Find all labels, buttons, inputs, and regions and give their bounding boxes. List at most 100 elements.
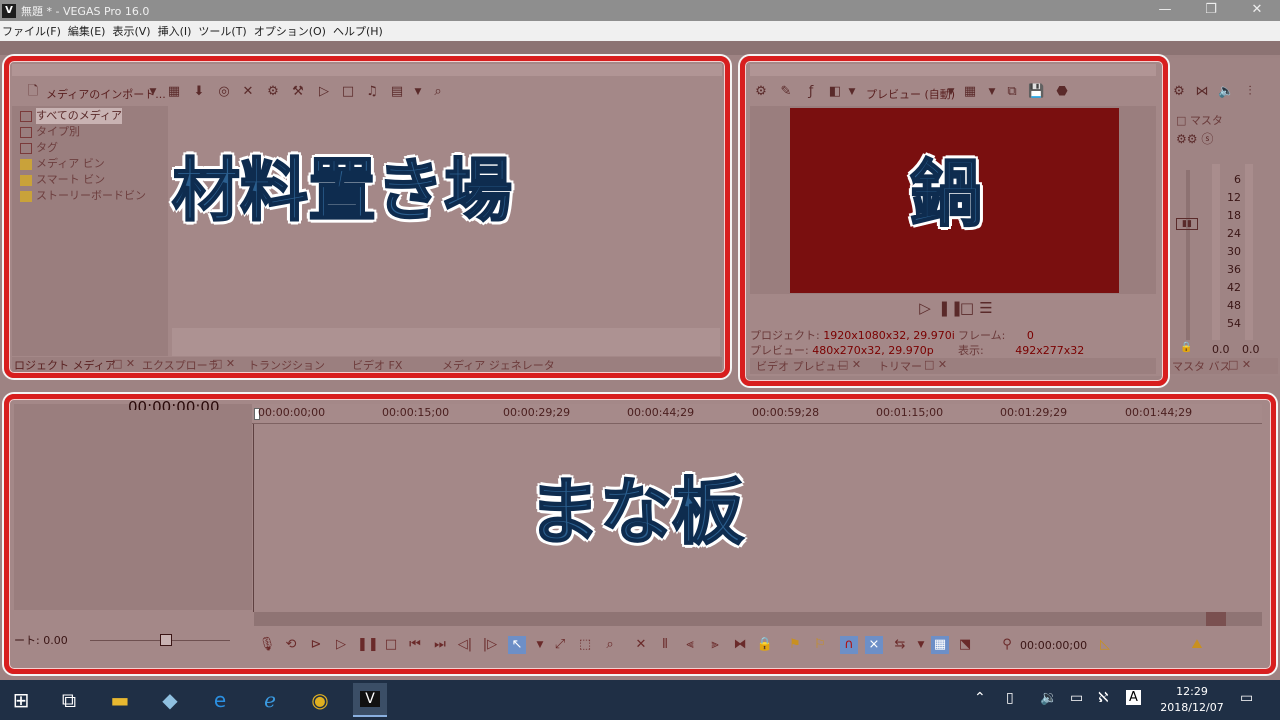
vegas-taskbar-icon[interactable]: V bbox=[353, 683, 387, 717]
tray-expand-icon[interactable]: ⌃ bbox=[974, 690, 986, 706]
go-to-end-icon[interactable]: ⏭ bbox=[431, 636, 449, 654]
prev-frame-icon[interactable]: ◁| bbox=[456, 636, 474, 654]
video-fx-icon[interactable]: ƒ bbox=[803, 84, 819, 100]
tab-video-preview[interactable]: ビデオ プレビュー bbox=[756, 358, 848, 374]
play-from-start-icon[interactable]: ⊳ bbox=[307, 636, 325, 654]
next-frame-icon[interactable]: |▷ bbox=[481, 636, 499, 654]
play-icon[interactable]: ▷ bbox=[316, 84, 332, 100]
edit-tool-dropdown-icon[interactable]: ▼ bbox=[531, 636, 549, 654]
import-media-icon[interactable]: 🗋 bbox=[25, 84, 41, 100]
preview-quality-label[interactable]: プレビュー (自動) bbox=[866, 86, 955, 102]
menu-view[interactable]: 表示(V) bbox=[112, 23, 150, 39]
windows-start-icon[interactable]: ⊞ bbox=[4, 683, 38, 717]
delete-icon[interactable]: ✕ bbox=[632, 636, 650, 654]
settings-icon[interactable]: ⚙ bbox=[753, 84, 769, 100]
edit-preview-icon[interactable]: ✎ bbox=[778, 84, 794, 100]
play-icon[interactable]: ▷ bbox=[332, 636, 350, 654]
stop-icon[interactable]: □ bbox=[382, 636, 400, 654]
battery-icon[interactable]: ▭ bbox=[1070, 690, 1083, 706]
ie-icon[interactable]: ℯ bbox=[253, 683, 287, 717]
remove-icon[interactable]: ✕ bbox=[240, 84, 256, 100]
web-media-icon[interactable]: ◎ bbox=[216, 84, 232, 100]
master-fader-track[interactable] bbox=[1186, 170, 1190, 340]
overlays-dropdown-icon[interactable]: ▼ bbox=[986, 84, 998, 100]
minimize-icon[interactable]: — bbox=[1157, 2, 1173, 18]
trim-end-icon[interactable]: ⫸ bbox=[706, 636, 724, 654]
menu-edit[interactable]: 編集(E) bbox=[68, 23, 106, 39]
stop-icon[interactable]: □ bbox=[959, 300, 975, 316]
settings-icon[interactable]: ⚙ bbox=[1172, 84, 1186, 100]
menu-insert[interactable]: 挿入(I) bbox=[158, 23, 192, 39]
tab-trimmer[interactable]: トリマー bbox=[878, 358, 922, 374]
auto-preview-icon[interactable]: ♫ bbox=[364, 84, 380, 100]
lock-icon[interactable]: 🔒 bbox=[756, 636, 774, 654]
menu-file[interactable]: ファイル(F) bbox=[2, 23, 61, 39]
auto-crossfade-icon[interactable]: ⨯ bbox=[865, 636, 883, 654]
task-view-icon[interactable]: ⧉ bbox=[52, 683, 86, 717]
tree-item-tags[interactable]: タグ bbox=[20, 140, 146, 156]
speaker-icon[interactable]: 🔈 bbox=[1218, 84, 1234, 100]
mute-icon[interactable]: ⋈ bbox=[1194, 84, 1210, 100]
record-icon[interactable]: 🎙 bbox=[258, 636, 276, 654]
file-explorer-icon[interactable]: ▬ bbox=[103, 683, 137, 717]
tab-close-icon[interactable]: □ ✕ bbox=[212, 357, 235, 373]
search-icon[interactable]: ⌕ bbox=[430, 84, 446, 100]
lock-envelopes-icon[interactable]: ▦ bbox=[931, 636, 949, 654]
tab-close-icon[interactable]: □ ✕ bbox=[112, 357, 135, 373]
pause-icon[interactable]: ❚❚ bbox=[357, 636, 379, 654]
master-fx-icons[interactable]: ⚙⚙ ⓢ bbox=[1176, 130, 1213, 147]
trim-start-icon[interactable]: ⫷ bbox=[681, 636, 699, 654]
split-icon[interactable]: ⧓ bbox=[731, 636, 749, 654]
timeline-scrollbar[interactable] bbox=[254, 612, 1262, 626]
marker-icon[interactable]: ⚑ bbox=[786, 636, 804, 654]
zoom-tool-icon[interactable]: ⌕ bbox=[601, 636, 619, 654]
copy-snapshot-icon[interactable]: ⧉ bbox=[1004, 84, 1020, 100]
close-icon[interactable]: ✕ bbox=[1249, 2, 1265, 18]
trim-icon[interactable]: ⫴ bbox=[656, 636, 674, 654]
snapping-icon[interactable]: ∩ bbox=[840, 636, 858, 654]
views-icon[interactable]: ▤ bbox=[389, 84, 405, 100]
image-sequence-icon[interactable]: ⛰ bbox=[1188, 636, 1206, 654]
loop-icon[interactable]: ⟲ bbox=[282, 636, 300, 654]
menu-options[interactable]: オプション(O) bbox=[254, 23, 326, 39]
volume-icon[interactable]: 🔉 bbox=[1040, 690, 1057, 706]
selection-tool-icon[interactable]: ⬚ bbox=[576, 636, 594, 654]
pause-icon[interactable]: ❚❚ bbox=[938, 300, 963, 316]
tab-close-icon[interactable]: □ ✕ bbox=[838, 358, 861, 374]
tab-close-icon[interactable]: □ ✕ bbox=[924, 358, 947, 374]
master-fader-handle[interactable]: ▮▮ bbox=[1176, 218, 1198, 230]
tree-item-media-bins[interactable]: メディア ビン bbox=[20, 156, 146, 172]
store-icon[interactable]: ◆ bbox=[153, 683, 187, 717]
network-icon[interactable]: ℵ bbox=[1098, 690, 1108, 706]
tab-transitions[interactable]: トランジション bbox=[248, 357, 325, 373]
properties-icon[interactable]: ⚙ bbox=[265, 84, 281, 100]
tab-master-bus[interactable]: マスタ バス bbox=[1172, 358, 1231, 374]
play-icon[interactable]: ▷ bbox=[917, 300, 933, 316]
tab-video-fx[interactable]: ビデオ FX bbox=[352, 357, 402, 373]
envelope-tool-icon[interactable]: ⤢ bbox=[551, 636, 569, 654]
split-dropdown-icon[interactable]: ▼ bbox=[846, 84, 858, 100]
fx-icon[interactable]: ⚒ bbox=[290, 84, 306, 100]
ripple-edit-icon[interactable]: ⇆ bbox=[891, 636, 909, 654]
ime-icon[interactable]: A bbox=[1126, 690, 1141, 705]
get-media-icon[interactable]: ⬇ bbox=[191, 84, 207, 100]
tree-item-storyboard-bins[interactable]: ストーリーボードビン bbox=[20, 188, 146, 204]
chevron-down-icon[interactable]: ▼ bbox=[147, 84, 159, 100]
menu-icon[interactable]: ☰ bbox=[978, 300, 994, 316]
tree-item-all-media[interactable]: すべてのメディア bbox=[20, 108, 146, 124]
tab-project-media[interactable]: ロジェクト メディア bbox=[14, 357, 116, 373]
split-screen-icon[interactable]: ◧ bbox=[827, 84, 843, 100]
tab-close-icon[interactable]: □ ✕ bbox=[1228, 358, 1251, 374]
ripple-dropdown-icon[interactable]: ▼ bbox=[912, 636, 930, 654]
views-dropdown-icon[interactable]: ▼ bbox=[412, 84, 424, 100]
scroll-right-icon[interactable] bbox=[1206, 612, 1226, 626]
record-icon[interactable]: ⬣ bbox=[1054, 84, 1070, 100]
tab-explorer[interactable]: エクスプローラ bbox=[142, 357, 219, 373]
chrome-icon[interactable]: ◉ bbox=[303, 683, 337, 717]
region-icon[interactable]: ⚐ bbox=[811, 636, 829, 654]
rate-slider-thumb[interactable] bbox=[160, 634, 172, 646]
tree-item-by-type[interactable]: タイプ別 bbox=[20, 124, 146, 140]
mixer-icon[interactable]: ⫶ bbox=[1242, 84, 1258, 100]
menu-tools[interactable]: ツール(T) bbox=[198, 23, 246, 39]
menu-help[interactable]: ヘルプ(H) bbox=[333, 23, 383, 39]
